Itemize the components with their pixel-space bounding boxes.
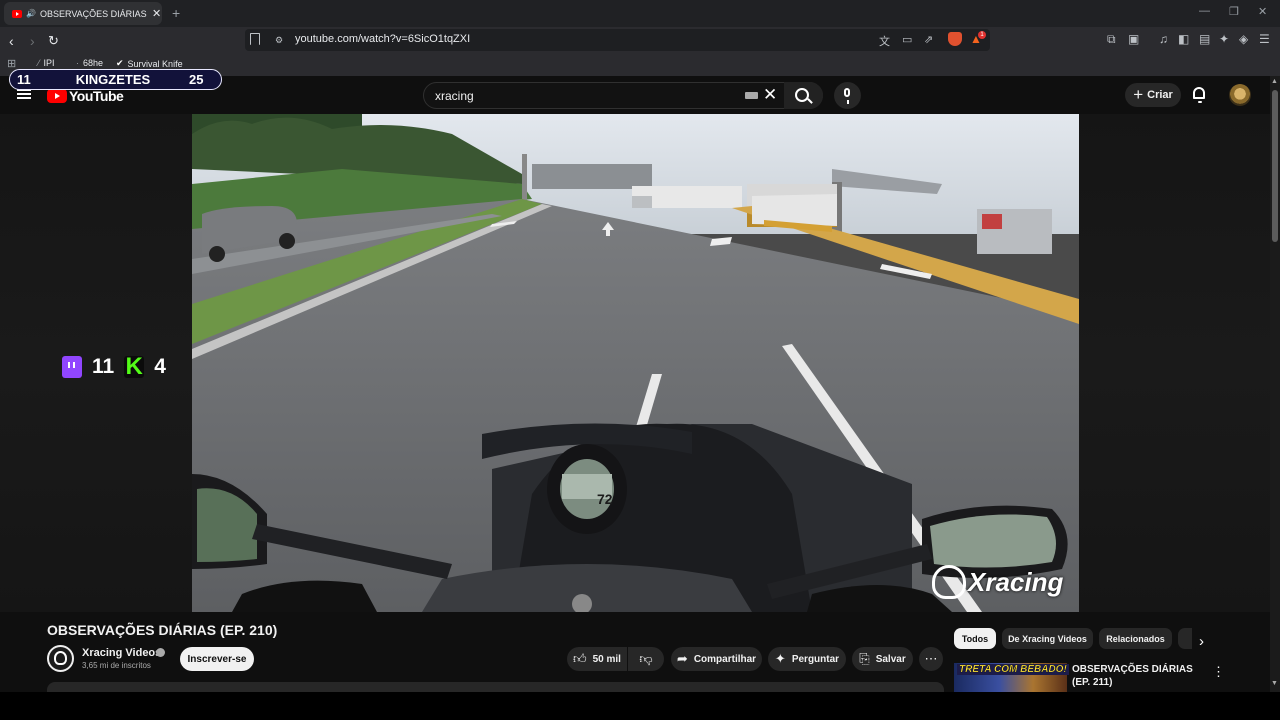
plus-icon: + <box>1133 85 1144 104</box>
chip-related[interactable]: Relacionados <box>1099 628 1172 649</box>
share-page-icon[interactable]: ⇗ <box>924 33 933 46</box>
avatar[interactable] <box>1229 84 1251 106</box>
recommendation-title[interactable]: OBSERVAÇÕES DIÁRIAS (EP. 211) <box>1072 663 1202 689</box>
score-left: 11 <box>17 72 31 87</box>
scroll-down-icon[interactable]: ▼ <box>1271 680 1278 687</box>
create-label: Criar <box>1147 89 1173 101</box>
channel-name[interactable]: Xracing Videos <box>82 647 161 659</box>
steam-icon: ✔ <box>116 58 124 68</box>
speaker-icon[interactable]: 🔊 <box>26 9 36 18</box>
save-icon: ⎘ <box>859 651 870 666</box>
new-tab-button[interactable]: + <box>172 5 180 21</box>
bookmark-item[interactable]: · 68he <box>76 58 103 68</box>
verified-icon <box>156 648 165 657</box>
bookmark-favicon-icon: · <box>76 58 79 68</box>
video-title: OBSERVAÇÕES DIÁRIAS (EP. 210) <box>47 622 278 638</box>
description-box[interactable] <box>47 682 944 692</box>
thumbs-up-icon: 👍︎ <box>573 651 587 666</box>
speedometer-readout: 72 <box>597 491 613 507</box>
screenshot-icon[interactable]: ▣ <box>1128 32 1139 46</box>
scrollbar-thumb[interactable] <box>1272 90 1278 242</box>
bell-icon[interactable] <box>1193 87 1205 103</box>
site-info-icon[interactable]: ⚙ <box>275 35 283 46</box>
menu-icon[interactable] <box>17 89 31 99</box>
twitch-icon <box>62 356 82 378</box>
restore-icon[interactable]: ❐ <box>1229 5 1239 18</box>
back-icon[interactable]: ‹ <box>9 33 14 49</box>
window-close-icon[interactable]: ✕ <box>1258 5 1267 18</box>
more-actions-button[interactable]: ⋯ <box>919 647 943 671</box>
extensions-icon[interactable]: ⧉ <box>1107 32 1116 47</box>
tab-title: OBSERVAÇÕES DIÁRIAS (EP. 2 <box>39 8 148 19</box>
bookmark-item[interactable]: ✔ Survival Knife <box>116 58 183 69</box>
brave-shield-icon[interactable] <box>948 32 962 46</box>
video-frame: 72 <box>192 114 1079 612</box>
browser-tab-bar <box>0 0 1280 27</box>
kick-icon: K <box>124 353 145 380</box>
more-vertical-icon[interactable]: ⋮ <box>1212 664 1225 680</box>
like-button[interactable]: 👍︎ 50 mil <box>567 647 627 671</box>
translate-icon[interactable]: 文 <box>879 33 890 49</box>
score-player-name: KINGZETES <box>75 72 151 87</box>
score-overlay: 11 KINGZETES 25 <box>9 69 222 90</box>
chip-all[interactable]: Todos <box>954 628 996 649</box>
cast-icon[interactable]: ▭ <box>902 33 912 46</box>
like-count: 50 mil <box>592 653 621 665</box>
watermark-text: Xracing <box>968 566 1064 597</box>
chip-partial[interactable] <box>1178 628 1192 649</box>
vpn-icon[interactable]: ◈ <box>1239 32 1248 46</box>
helmet-logo-icon <box>932 565 966 599</box>
save-button[interactable]: ⎘ Salvar <box>852 647 913 671</box>
bookmark-icon[interactable] <box>250 33 260 45</box>
forward-icon[interactable]: › <box>30 33 35 49</box>
bookmark-favicon-icon: ⁄ <box>38 58 40 68</box>
kick-count: 4 <box>154 355 166 378</box>
more-icon: ⋯ <box>924 651 938 666</box>
stream-stats-overlay: 11 K 4 <box>62 355 166 379</box>
apps-grid-icon[interactable]: ⊞ <box>7 57 16 70</box>
chip-from-channel[interactable]: De Xracing Videos <box>1002 628 1093 649</box>
share-icon: ➦ <box>676 651 688 666</box>
leo-ai-icon[interactable]: ✦ <box>1219 32 1229 46</box>
sparkle-icon: ✦ <box>774 651 786 666</box>
bookmark-item[interactable]: ⁄ IPI <box>38 58 55 68</box>
twitch-count: 11 <box>92 355 115 378</box>
score-right: 25 <box>189 72 204 87</box>
scroll-up-icon[interactable]: ▲ <box>1271 78 1278 85</box>
thumbnail-caption: TRETA COM BÊBADO! <box>957 664 1069 675</box>
ask-button[interactable]: ✦ Perguntar <box>768 647 846 671</box>
url-text[interactable]: youtube.com/watch?v=6SicO1tqZXI <box>295 33 470 45</box>
youtube-favicon-icon <box>12 9 22 18</box>
media-icon[interactable]: ♫ <box>1159 32 1168 46</box>
youtube-logo-icon[interactable] <box>47 89 67 103</box>
mic-icon <box>844 88 850 104</box>
keyboard-icon[interactable] <box>745 92 758 99</box>
channel-avatar[interactable] <box>47 645 74 672</box>
rewards-badge: 1 <box>978 31 986 39</box>
sidebar-icon[interactable]: ◧ <box>1178 32 1189 46</box>
chevron-right-icon[interactable]: › <box>1199 633 1204 650</box>
thumbs-down-icon: 👎︎ <box>639 651 653 666</box>
taskbar <box>0 692 1280 720</box>
share-label: Compartilhar <box>693 653 757 665</box>
video-player[interactable]: 72 <box>192 114 1079 612</box>
search-icon[interactable] <box>795 88 809 102</box>
share-button[interactable]: ➦ Compartilhar <box>671 647 762 671</box>
minimize-icon[interactable]: — <box>1199 5 1210 17</box>
browser-menu-icon[interactable]: ☰ <box>1259 32 1270 46</box>
save-label: Salvar <box>875 653 906 665</box>
tab-close-icon[interactable]: ✕ <box>152 7 161 20</box>
wallet-icon[interactable]: ▤ <box>1199 32 1210 46</box>
reload-icon[interactable]: ↻ <box>48 33 59 49</box>
ask-label: Perguntar <box>791 653 840 665</box>
search-query[interactable]: xracing <box>435 89 474 103</box>
clear-icon[interactable]: ✕ <box>763 85 777 105</box>
subscriber-count: 3,65 mi de inscritos <box>82 661 151 670</box>
channel-watermark: Xracing <box>932 565 1063 599</box>
dislike-button[interactable]: 👎︎ <box>628 647 664 671</box>
browser-tab[interactable]: 🔊 OBSERVAÇÕES DIÁRIAS (EP. 2 ✕ <box>4 2 162 25</box>
create-button[interactable]: + Criar <box>1125 83 1181 107</box>
subscribe-button[interactable]: Inscrever-se <box>180 647 254 671</box>
